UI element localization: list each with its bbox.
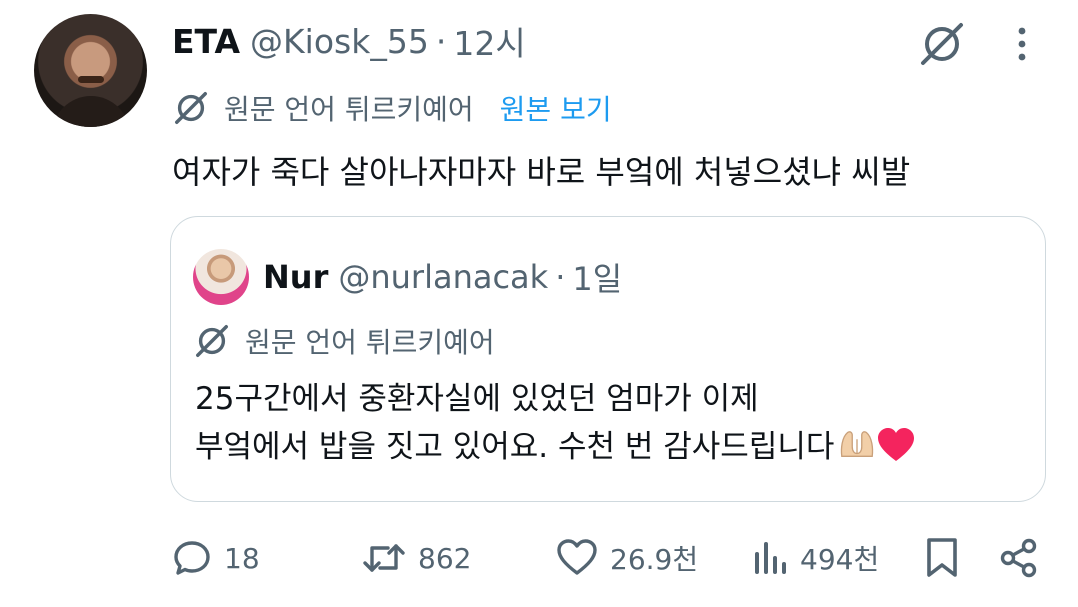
views-button[interactable]: 494천: [752, 530, 879, 586]
tweet-text: 여자가 죽다 살아나자마자 바로 부엌에 처넣으셨냐 씨발: [172, 153, 911, 191]
tweet-actions-bar: 18 862 26.9천 494천: [0, 530, 1078, 586]
tweet-header: ETA @Kiosk_55 · 12시: [172, 18, 526, 64]
heart-icon: [557, 539, 597, 575]
share-icon: [1000, 538, 1037, 578]
translate-icon: [175, 92, 207, 124]
quoted-timestamp[interactable]: 1일: [572, 254, 622, 300]
bookmark-icon: [927, 538, 957, 577]
translate-icon: [196, 325, 228, 357]
quoted-tweet-text: 25구간에서 중환자실에 있었던 엄마가 이제 부엌에서 밥을 짓고 있어요. …: [195, 375, 916, 471]
praying-hands-emoji: [841, 431, 874, 458]
retweet-button[interactable]: 862: [362, 530, 471, 586]
author-name[interactable]: ETA: [172, 22, 240, 61]
share-button[interactable]: [998, 530, 1040, 586]
author-avatar[interactable]: [34, 14, 147, 127]
translation-notice: 원문 언어 튀르키예어 원본 보기: [172, 86, 612, 130]
retweet-icon: [363, 544, 405, 572]
quoted-text-line-1: 25구간에서 중환자실에 있었던 엄마가 이제: [195, 381, 759, 417]
views-icon: [755, 542, 786, 574]
quoted-translation-notice: 원문 언어 튀르키예어: [193, 319, 495, 363]
view-count: 494천: [800, 543, 880, 576]
quoted-text-line-2-content: 부엌에서 밥을 짓고 있어요. 수천 번 감사드립니다: [195, 429, 835, 465]
separator-dot: ·: [555, 258, 566, 296]
grok-button[interactable]: [914, 16, 970, 72]
reply-button[interactable]: 18: [172, 530, 260, 586]
avatar-mustache: [78, 76, 104, 83]
reply-icon: [174, 541, 210, 575]
grok-icon: [921, 23, 963, 65]
tweet-timestamp[interactable]: 12시: [453, 17, 525, 65]
like-count: 26.9천: [610, 543, 699, 576]
avatar-shirt: [52, 96, 130, 127]
more-icon: [1018, 27, 1026, 61]
quoted-author-avatar[interactable]: [193, 249, 249, 305]
translation-note: 원문 언어 튀르키예어: [224, 93, 474, 126]
show-original-link[interactable]: 원본 보기: [500, 88, 612, 128]
red-heart-emoji: [878, 428, 915, 461]
quoted-author-handle[interactable]: @nurlanacak: [338, 258, 548, 296]
more-button[interactable]: [1004, 22, 1040, 66]
quoted-translation-note: 원문 언어 튀르키예어: [245, 326, 495, 359]
quoted-text-line-2: 부엌에서 밥을 짓고 있어요. 수천 번 감사드립니다: [195, 423, 916, 471]
author-handle[interactable]: @Kiosk_55: [250, 22, 429, 61]
like-button[interactable]: 26.9천: [556, 530, 698, 586]
retweet-count: 862: [418, 541, 472, 575]
quoted-author-name[interactable]: Nur: [263, 258, 328, 296]
quoted-tweet-header: Nur @nurlanacak · 1일: [263, 255, 622, 299]
reply-count: 18: [224, 541, 260, 575]
separator-dot: ·: [435, 21, 447, 61]
bookmark-button[interactable]: [922, 530, 962, 586]
quoted-tweet[interactable]: Nur @nurlanacak · 1일 원문 언어 튀르키예어 25구간에서 …: [170, 216, 1046, 502]
